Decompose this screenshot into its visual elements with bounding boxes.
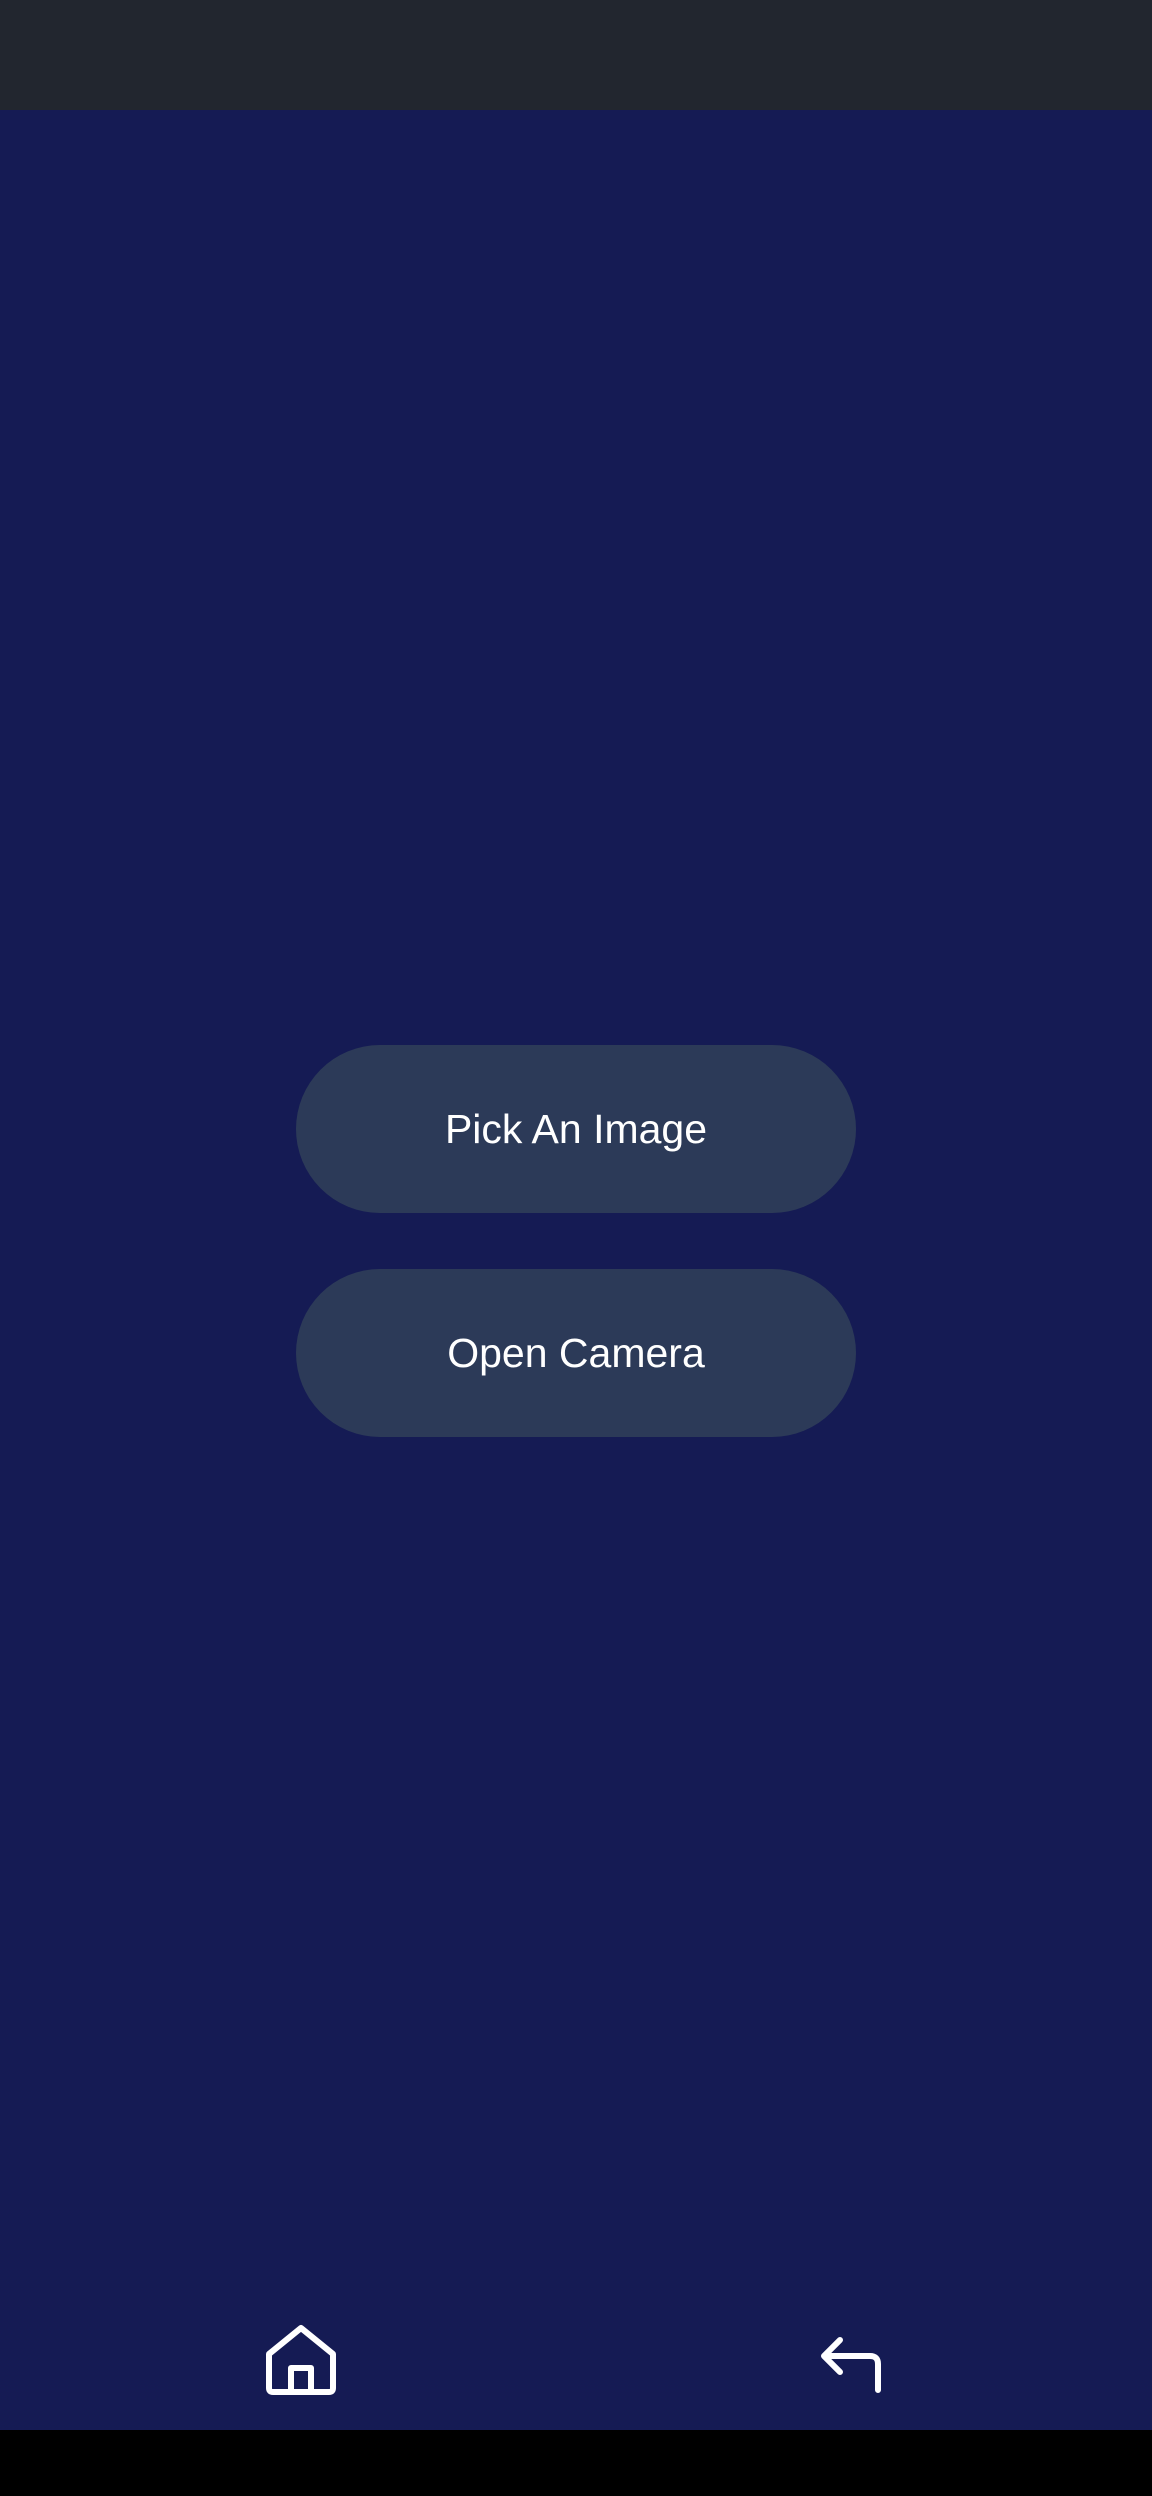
bottom-gesture-strip bbox=[0, 2430, 1152, 2496]
pick-image-button[interactable]: Pick An Image bbox=[296, 1045, 856, 1213]
nav-back-button[interactable] bbox=[804, 2310, 900, 2406]
nav-home-button[interactable] bbox=[253, 2310, 349, 2406]
back-icon bbox=[821, 2337, 881, 2393]
home-icon bbox=[266, 2325, 336, 2395]
navigation-bar bbox=[0, 2288, 1152, 2430]
open-camera-button[interactable]: Open Camera bbox=[296, 1269, 856, 1437]
status-bar bbox=[0, 0, 1152, 110]
